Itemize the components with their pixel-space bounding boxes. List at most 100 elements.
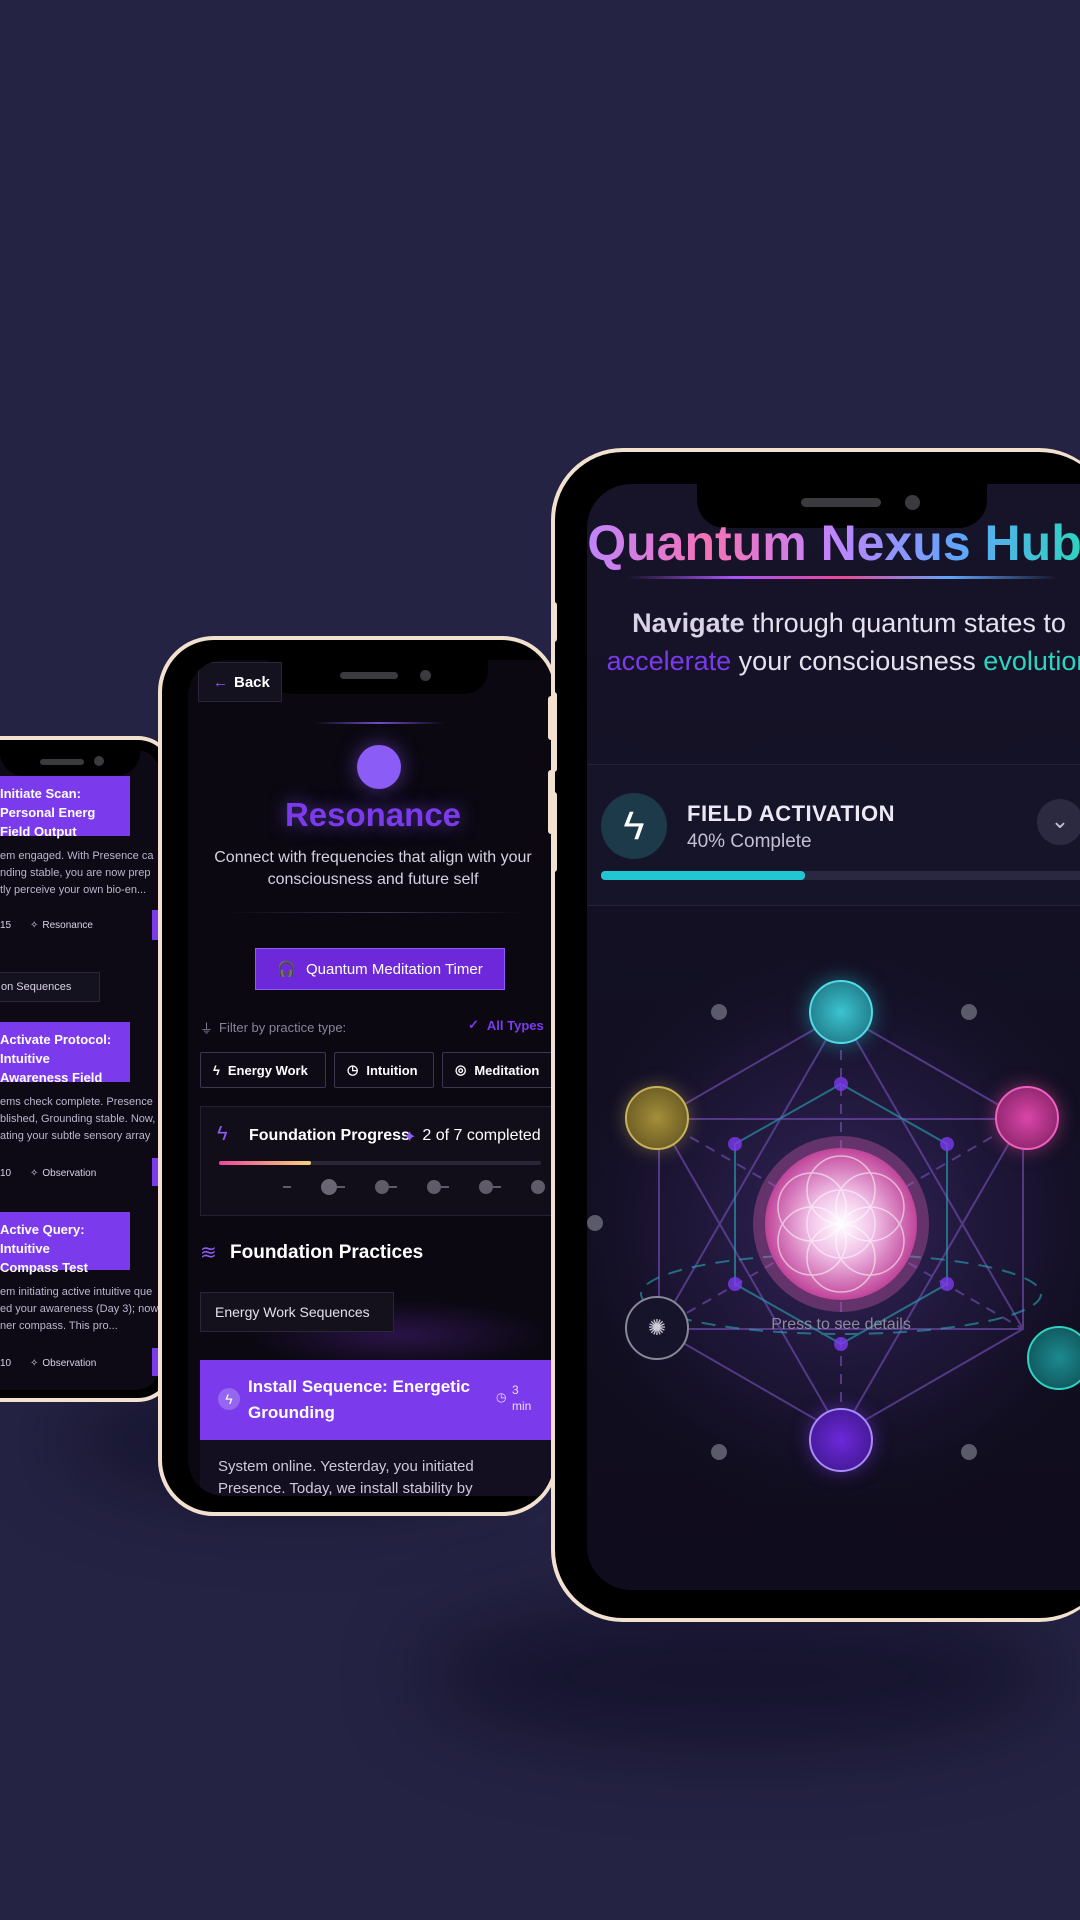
tag-label: Observation — [42, 1168, 97, 1179]
timer-button-label: Quantum Meditation Timer — [305, 960, 483, 978]
activation-status: 40% Complete — [687, 831, 812, 852]
tagline-accent: accelerate — [606, 646, 732, 676]
card-body-line: ating your subtle sensory array — [0, 1130, 151, 1142]
practice-body-line: System online. Yesterday, you initiated — [218, 1458, 474, 1475]
anchor-dot — [711, 1444, 727, 1460]
phone-middle-screen: ← Back Resonance Connect with frequencies… — [188, 660, 554, 1496]
card-header[interactable]: Active Query: Intuitive Compass Test — [0, 1212, 130, 1275]
filter-chip-label: Energy Work — [227, 1062, 308, 1078]
sparkle-icon: ✧ — [30, 1358, 39, 1369]
side-button — [555, 602, 557, 642]
node-violet[interactable] — [809, 1408, 873, 1472]
tagline-accent: evolution — [983, 646, 1080, 676]
meditation-timer-button[interactable]: 🎧 Quantum Meditation Timer — [255, 948, 505, 990]
card-body: em engaged. With Presence ca nding stabl… — [0, 848, 160, 899]
expand-button[interactable]: ⌄ — [1037, 799, 1080, 845]
practice-title-line: Grounding — [248, 1403, 335, 1422]
step-connector — [493, 1186, 501, 1188]
side-button — [555, 792, 557, 872]
card-count: 10 — [0, 1168, 12, 1179]
card-header[interactable]: Activate Protocol: Intuitive Awareness F… — [0, 1022, 130, 1085]
card-title: Awareness Field — [0, 1070, 103, 1085]
divider-glow — [314, 722, 444, 724]
activation-fill — [601, 871, 805, 880]
bolt-icon: ϟ — [217, 1123, 228, 1145]
filter-chip-label: Meditation — [474, 1062, 540, 1078]
sparkle-icon: ✧ — [30, 920, 39, 931]
tagline-highlight: Navigate — [632, 608, 745, 638]
tag-label: Observation — [42, 1358, 97, 1369]
card-title: Activate Protocol: Intuitive — [0, 1032, 112, 1066]
card-body-line: blished, Grounding stable. Now, — [0, 1113, 156, 1125]
step-dot[interactable] — [479, 1180, 493, 1194]
card-body-line: nding stable, you are now prep — [0, 867, 151, 879]
practice-card-header[interactable]: ϟ Install Sequence: Energetic Grounding … — [200, 1360, 554, 1440]
step-dot[interactable] — [427, 1180, 441, 1194]
phone-left: Initiate Scan: Personal Energ Field Outp… — [0, 736, 174, 1402]
all-types-label: All Types — [486, 1017, 544, 1033]
card-body-line: em initiating active intuitive que — [0, 1286, 153, 1298]
page-title: Resonance — [284, 796, 462, 833]
step-dot[interactable] — [531, 1180, 545, 1194]
all-types-toggle[interactable]: ✓ All Types — [468, 1017, 544, 1033]
anchor-dot — [711, 1004, 727, 1020]
sparkle-icon: ✦ — [403, 1129, 417, 1146]
filter-chip-intuition[interactable]: ◷ Intuition — [334, 1052, 434, 1088]
section-chip[interactable]: on Sequences — [0, 972, 100, 1002]
clock-icon: ◷ — [347, 1062, 359, 1077]
sequence-chip[interactable]: Energy Work Sequences — [200, 1292, 394, 1332]
phone-left-screen: Initiate Scan: Personal Energ Field Outp… — [0, 750, 160, 1390]
back-label: Back — [234, 673, 270, 691]
card-body-line: ed your awareness (Day 3); now — [0, 1303, 159, 1315]
step-dot[interactable] — [375, 1180, 389, 1194]
phone-right: Quantum Nexus Hub Navigate through quant… — [551, 448, 1080, 1622]
section-label: on Sequences — [1, 981, 72, 993]
hub-tagline: Navigate through quantum states to accel… — [587, 604, 1080, 680]
filter-icon: ⏚ — [200, 1021, 214, 1036]
step-dot[interactable] — [321, 1179, 337, 1195]
bolt-icon: ϟ — [218, 1388, 240, 1410]
nexus-visualization[interactable]: ✺ Press to see details — [587, 924, 1080, 1524]
tag-chip: ✧ Observation — [30, 1168, 96, 1179]
camera — [94, 756, 104, 766]
camera — [420, 670, 431, 681]
card-title: Active Query: Intuitive — [0, 1222, 85, 1256]
progress-title: Foundation Progress — [249, 1127, 410, 1144]
section-title: Foundation Practices — [230, 1242, 424, 1263]
camera — [905, 495, 920, 510]
filter-chip-energy-work[interactable]: ϟ Energy Work — [200, 1052, 326, 1088]
card-body: em initiating active intuitive que ed yo… — [0, 1284, 160, 1335]
bolt-icon: ϟ — [601, 793, 667, 859]
node-gold[interactable] — [625, 1086, 689, 1150]
card-title: Initiate Scan: Personal Energ — [0, 786, 96, 820]
tagline-text: your consciousness — [731, 646, 984, 676]
clock-icon: ◷ — [496, 1390, 507, 1404]
card-body-line: ner compass. This pro... — [0, 1320, 118, 1332]
step-connector — [283, 1186, 291, 1188]
node-pink[interactable] — [995, 1086, 1059, 1150]
progress-track — [219, 1161, 541, 1165]
duration-value: 3 — [512, 1383, 519, 1397]
card-count: 15 — [0, 920, 12, 931]
back-button[interactable]: ← Back — [198, 662, 282, 702]
card-count: 10 — [0, 1358, 12, 1369]
resonance-orb — [357, 745, 401, 789]
step-connector — [389, 1186, 397, 1188]
speaker — [340, 672, 398, 679]
speaker — [40, 759, 84, 765]
card-header[interactable]: Initiate Scan: Personal Energ Field Outp… — [0, 776, 130, 839]
practice-body: System online. Yesterday, you initiated … — [200, 1440, 554, 1496]
page-subtitle: Connect with frequencies that align with… — [188, 847, 554, 891]
practice-title-line: Install Sequence: Energetic — [248, 1377, 471, 1396]
filter-label-text: Filter by practice type: — [219, 1020, 347, 1035]
filter-chip-label: Intuition — [366, 1062, 418, 1078]
step-connector — [337, 1186, 345, 1188]
node-cyan[interactable] — [809, 980, 873, 1044]
step-connector — [441, 1186, 449, 1188]
progress-count-text: 2 of 7 completed — [422, 1127, 541, 1144]
speaker — [801, 498, 881, 507]
filter-chip-meditation[interactable]: ◎ Meditation — [442, 1052, 554, 1088]
field-activation-card[interactable]: ϟ FIELD ACTIVATION 40% Complete ⌄ — [587, 764, 1080, 906]
progress-fill — [219, 1161, 311, 1165]
anchor-dot — [587, 1215, 603, 1231]
